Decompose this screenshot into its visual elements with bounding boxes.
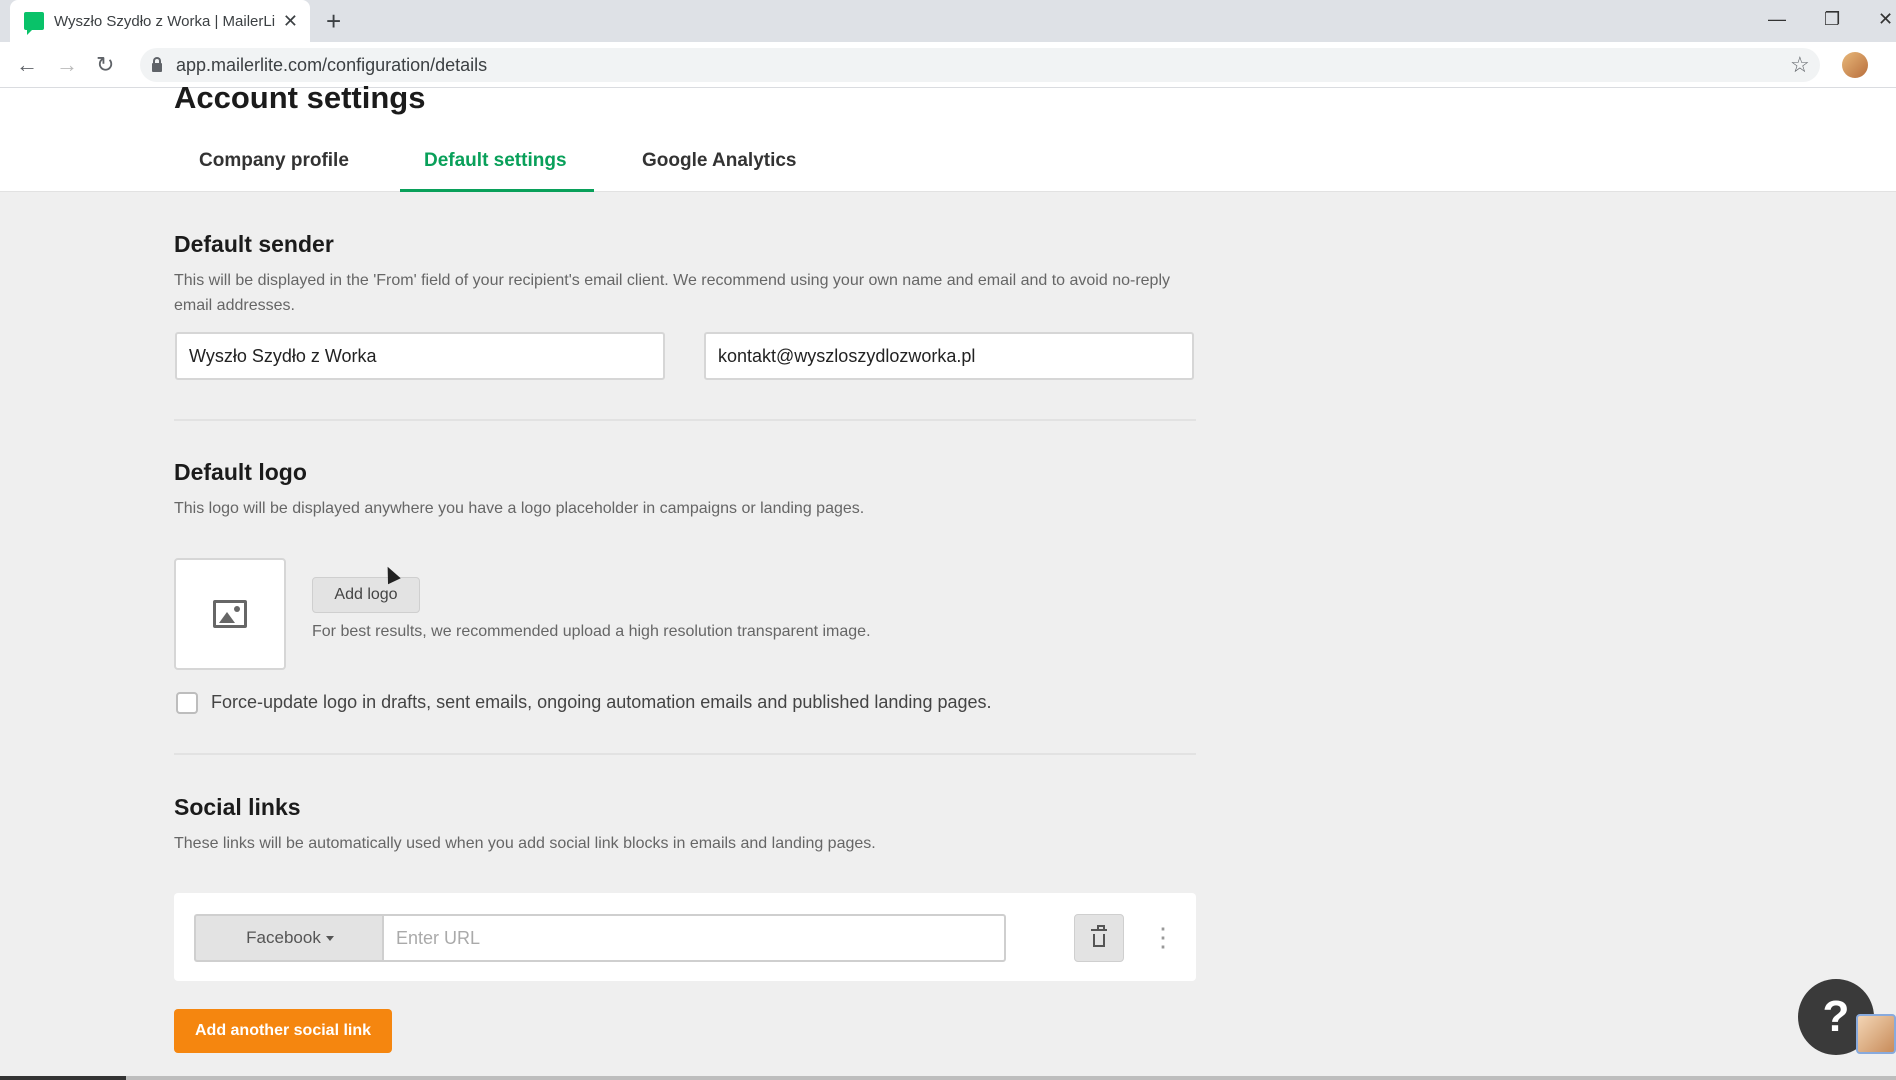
support-avatar[interactable] [1856,1014,1896,1054]
more-vert-icon[interactable]: ⋮ [1150,920,1176,954]
force-update-label[interactable]: Force-update logo in drafts, sent emails… [211,692,992,713]
default-sender-description: This will be displayed in the 'From' fie… [174,272,1171,314]
new-tab-button[interactable]: + [326,6,341,36]
add-social-link-button[interactable]: Add another social link [174,1009,392,1053]
tab-google-analytics[interactable]: Google Analytics [642,146,797,176]
social-links-description: These links will be automatically used w… [174,835,876,852]
minimize-icon[interactable]: — [1768,4,1786,34]
forward-icon[interactable]: → [56,50,78,80]
default-sender-title: Default sender [174,231,334,257]
page-title: Account settings [174,80,426,115]
bottom-strip [0,1076,1896,1080]
favicon-icon [24,12,44,35]
sender-email-input[interactable]: kontakt@wyszloszydlozworka.pl [704,332,1194,380]
social-network-label: Facebook [246,928,321,947]
image-placeholder-icon [213,600,247,628]
caret-down-icon [325,935,334,941]
section-divider [174,419,1196,421]
address-bar[interactable]: app.mailerlite.com/configuration/details [140,48,1820,82]
reload-icon[interactable]: ↻ [96,50,114,80]
section-divider [174,753,1196,755]
logo-placeholder[interactable] [174,558,286,670]
restore-icon[interactable]: ❐ [1824,4,1840,34]
logo-hint: For best results, we recommended upload … [312,623,871,640]
back-icon[interactable]: ← [16,50,38,80]
social-links-title: Social links [174,794,301,820]
default-logo-title: Default logo [174,459,307,485]
active-tab-indicator [400,189,594,192]
tab-title: Wyszło Szydło z Worka | MailerLite [54,12,275,30]
lock-icon [152,56,162,72]
trash-icon [1091,924,1107,947]
sender-name-input[interactable]: Wyszło Szydło z Worka [175,332,665,380]
social-network-select[interactable]: Facebook [194,914,384,962]
star-icon[interactable]: ☆ [1790,52,1810,78]
tab-default-settings[interactable]: Default settings [424,146,567,176]
close-icon[interactable]: ✕ [283,11,298,32]
social-url-input[interactable]: Enter URL [382,914,1006,962]
tab-company-profile[interactable]: Company profile [199,146,349,176]
browser-menu-icon[interactable]: ⋮ [1888,52,1896,78]
browser-tabbar: Wyszło Szydło z Worka | MailerLite ✕ + —… [0,0,1896,42]
add-logo-button[interactable]: Add logo [312,577,420,613]
profile-avatar[interactable] [1842,52,1868,78]
browser-tab[interactable]: Wyszło Szydło z Worka | MailerLite ✕ [10,0,310,42]
window-close-icon[interactable]: ✕ [1878,4,1893,34]
force-update-checkbox[interactable] [176,692,198,714]
url-text: app.mailerlite.com/configuration/details [176,54,488,75]
delete-social-link-button[interactable] [1074,914,1124,962]
default-logo-description: This logo will be displayed anywhere you… [174,500,865,517]
